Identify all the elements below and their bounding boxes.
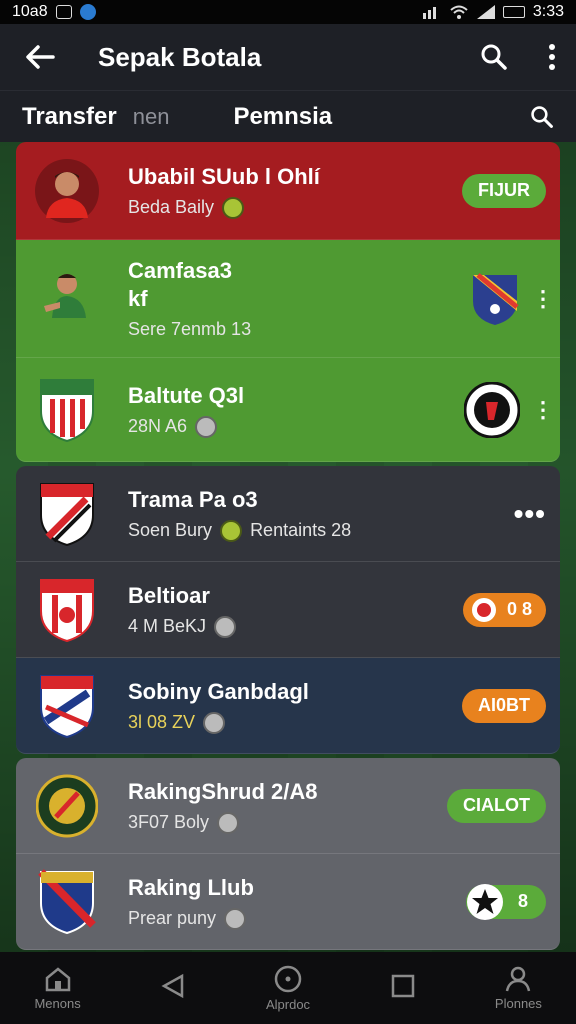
person-icon — [506, 966, 531, 991]
nav-plonnes[interactable]: Plonnes — [461, 952, 576, 1024]
nav-menons[interactable]: Menons — [0, 952, 115, 1024]
player-avatar — [34, 266, 100, 332]
tab-transfer[interactable]: Transfer — [22, 103, 117, 131]
nav-alprdoc[interactable]: Alprdoc — [230, 952, 345, 1024]
page-title: Sepak Botala — [98, 41, 262, 72]
club-subtitle: 3l 08 ZV — [128, 712, 196, 732]
club-crest-icon — [34, 377, 100, 443]
club-subtitle: Prear puny — [128, 908, 217, 928]
club-name: Sobiny Ganbdagl — [128, 678, 309, 704]
ball-icon — [220, 519, 243, 542]
wifi-icon — [450, 5, 468, 19]
list-item[interactable]: Beltioar 4 M BeKJ 0 8 — [16, 562, 560, 658]
club-name: Camfasa3 — [128, 258, 232, 283]
club-crest-icon — [34, 773, 100, 839]
club-crest-icon — [34, 868, 100, 935]
star-badge-icon — [466, 883, 503, 920]
more-vert-icon — [549, 44, 555, 70]
signal-icon — [422, 7, 436, 19]
square-recents-icon — [391, 974, 415, 998]
list-item[interactable]: Sobiny Ganbdagl 3l 08 ZV AI0BT — [16, 658, 560, 754]
nav-label: Alprdoc — [265, 996, 311, 1012]
bottom-nav: Menons Alprdoc Plonnes — [0, 952, 576, 1024]
club-name: RakingShrud 2/A8 — [128, 778, 318, 804]
club-subtitle: 3F07 Boly — [128, 812, 210, 832]
ball-icon — [195, 415, 218, 438]
club-detail: Rentaints 28 — [250, 520, 352, 540]
app-notification-icon — [79, 4, 96, 20]
list-item[interactable]: Trama Pa o3 Soen Bury Rentaints 28 ••• — [16, 466, 560, 562]
notification-icon — [55, 5, 72, 19]
club-crest-icon — [473, 272, 519, 325]
search-icon — [481, 44, 507, 70]
nav-label: Plonnes — [494, 995, 542, 1011]
status-left-text: 10a8 — [12, 3, 48, 20]
club-subtitle: 4 M BeKJ — [128, 616, 207, 636]
club-crest-icon — [34, 481, 100, 547]
club-crest-icon — [464, 381, 520, 438]
ball-icon — [222, 196, 245, 219]
club-list: Ubabil SUub l Ohlí Beda Baily FIJUR Camf… — [16, 142, 560, 950]
club-subtitle: Soen Bury — [128, 520, 213, 540]
home-icon — [45, 966, 70, 991]
status-bar: 10a8 3:33 — [0, 0, 576, 24]
battery-icon — [502, 6, 525, 18]
action-button[interactable]: 8 — [465, 883, 546, 920]
action-button[interactable]: FIJUR — [461, 173, 546, 208]
cell-signal-icon — [476, 5, 495, 19]
ball-icon — [214, 615, 237, 638]
tab-nen[interactable]: nen — [133, 104, 170, 130]
ball-icon — [203, 711, 226, 734]
club-subtitle: 28N A6 — [128, 416, 188, 436]
more-horiz-icon[interactable]: ••• — [514, 498, 546, 530]
club-subtitle: Beda Baily — [128, 197, 215, 217]
arrow-left-icon — [26, 45, 55, 69]
list-item[interactable]: RakingShrud 2/A8 3F07 Boly CIALOT — [16, 758, 560, 854]
club-crest-icon — [34, 577, 100, 643]
search-icon — [531, 105, 553, 128]
club-name: Baltute Q3l — [128, 382, 245, 408]
list-item[interactable]: Baltute Q3l 28N A6 ⋮ — [16, 358, 560, 462]
club-subtitle: Sere 7enmb 13 — [128, 319, 252, 339]
club-name-line2: kf — [128, 286, 148, 311]
more-vert-icon[interactable]: ⋮ — [532, 397, 554, 423]
player-avatar — [34, 158, 100, 224]
triangle-back-icon — [161, 973, 184, 999]
search-button[interactable] — [480, 43, 508, 71]
club-name: Ubabil SUub l Ohlí — [128, 163, 320, 189]
list-item[interactable]: Raking Llub Prear puny 8 — [16, 854, 560, 950]
club-name: Beltioar — [128, 582, 210, 608]
action-button[interactable]: 0 8 — [462, 592, 546, 627]
more-vert-icon[interactable]: ⋮ — [532, 286, 554, 312]
back-button[interactable] — [20, 44, 60, 70]
list-item[interactable]: Ubabil SUub l Ohlí Beda Baily FIJUR — [16, 142, 560, 240]
action-button[interactable]: AI0BT — [461, 688, 546, 723]
tab-search-button[interactable] — [530, 105, 554, 129]
tab-bar: Transfer nen Pemnsia — [0, 90, 576, 142]
ball-icon — [217, 811, 240, 834]
nav-recents[interactable] — [346, 952, 461, 1024]
club-name: Trama Pa o3 — [128, 486, 258, 512]
action-button[interactable]: CIALOT — [447, 788, 546, 823]
app-bar: Sepak Botala — [0, 24, 576, 90]
nav-label: Menons — [34, 995, 81, 1011]
club-badge-icon — [471, 597, 496, 622]
list-item[interactable]: Camfasa3 kf Sere 7enmb 13 ⋮ — [16, 240, 560, 358]
action-button-label: 0 8 — [506, 599, 532, 619]
club-name: Raking Llub — [128, 874, 254, 900]
status-time: 3:33 — [532, 3, 564, 20]
tab-pemnsia[interactable]: Pemnsia — [233, 103, 332, 131]
more-options-button[interactable] — [548, 43, 556, 71]
club-crest-icon — [34, 673, 100, 739]
ball-icon — [224, 907, 247, 930]
circle-home-icon — [274, 965, 302, 992]
nav-back[interactable] — [115, 952, 230, 1024]
action-button-label: 8 — [517, 891, 528, 911]
